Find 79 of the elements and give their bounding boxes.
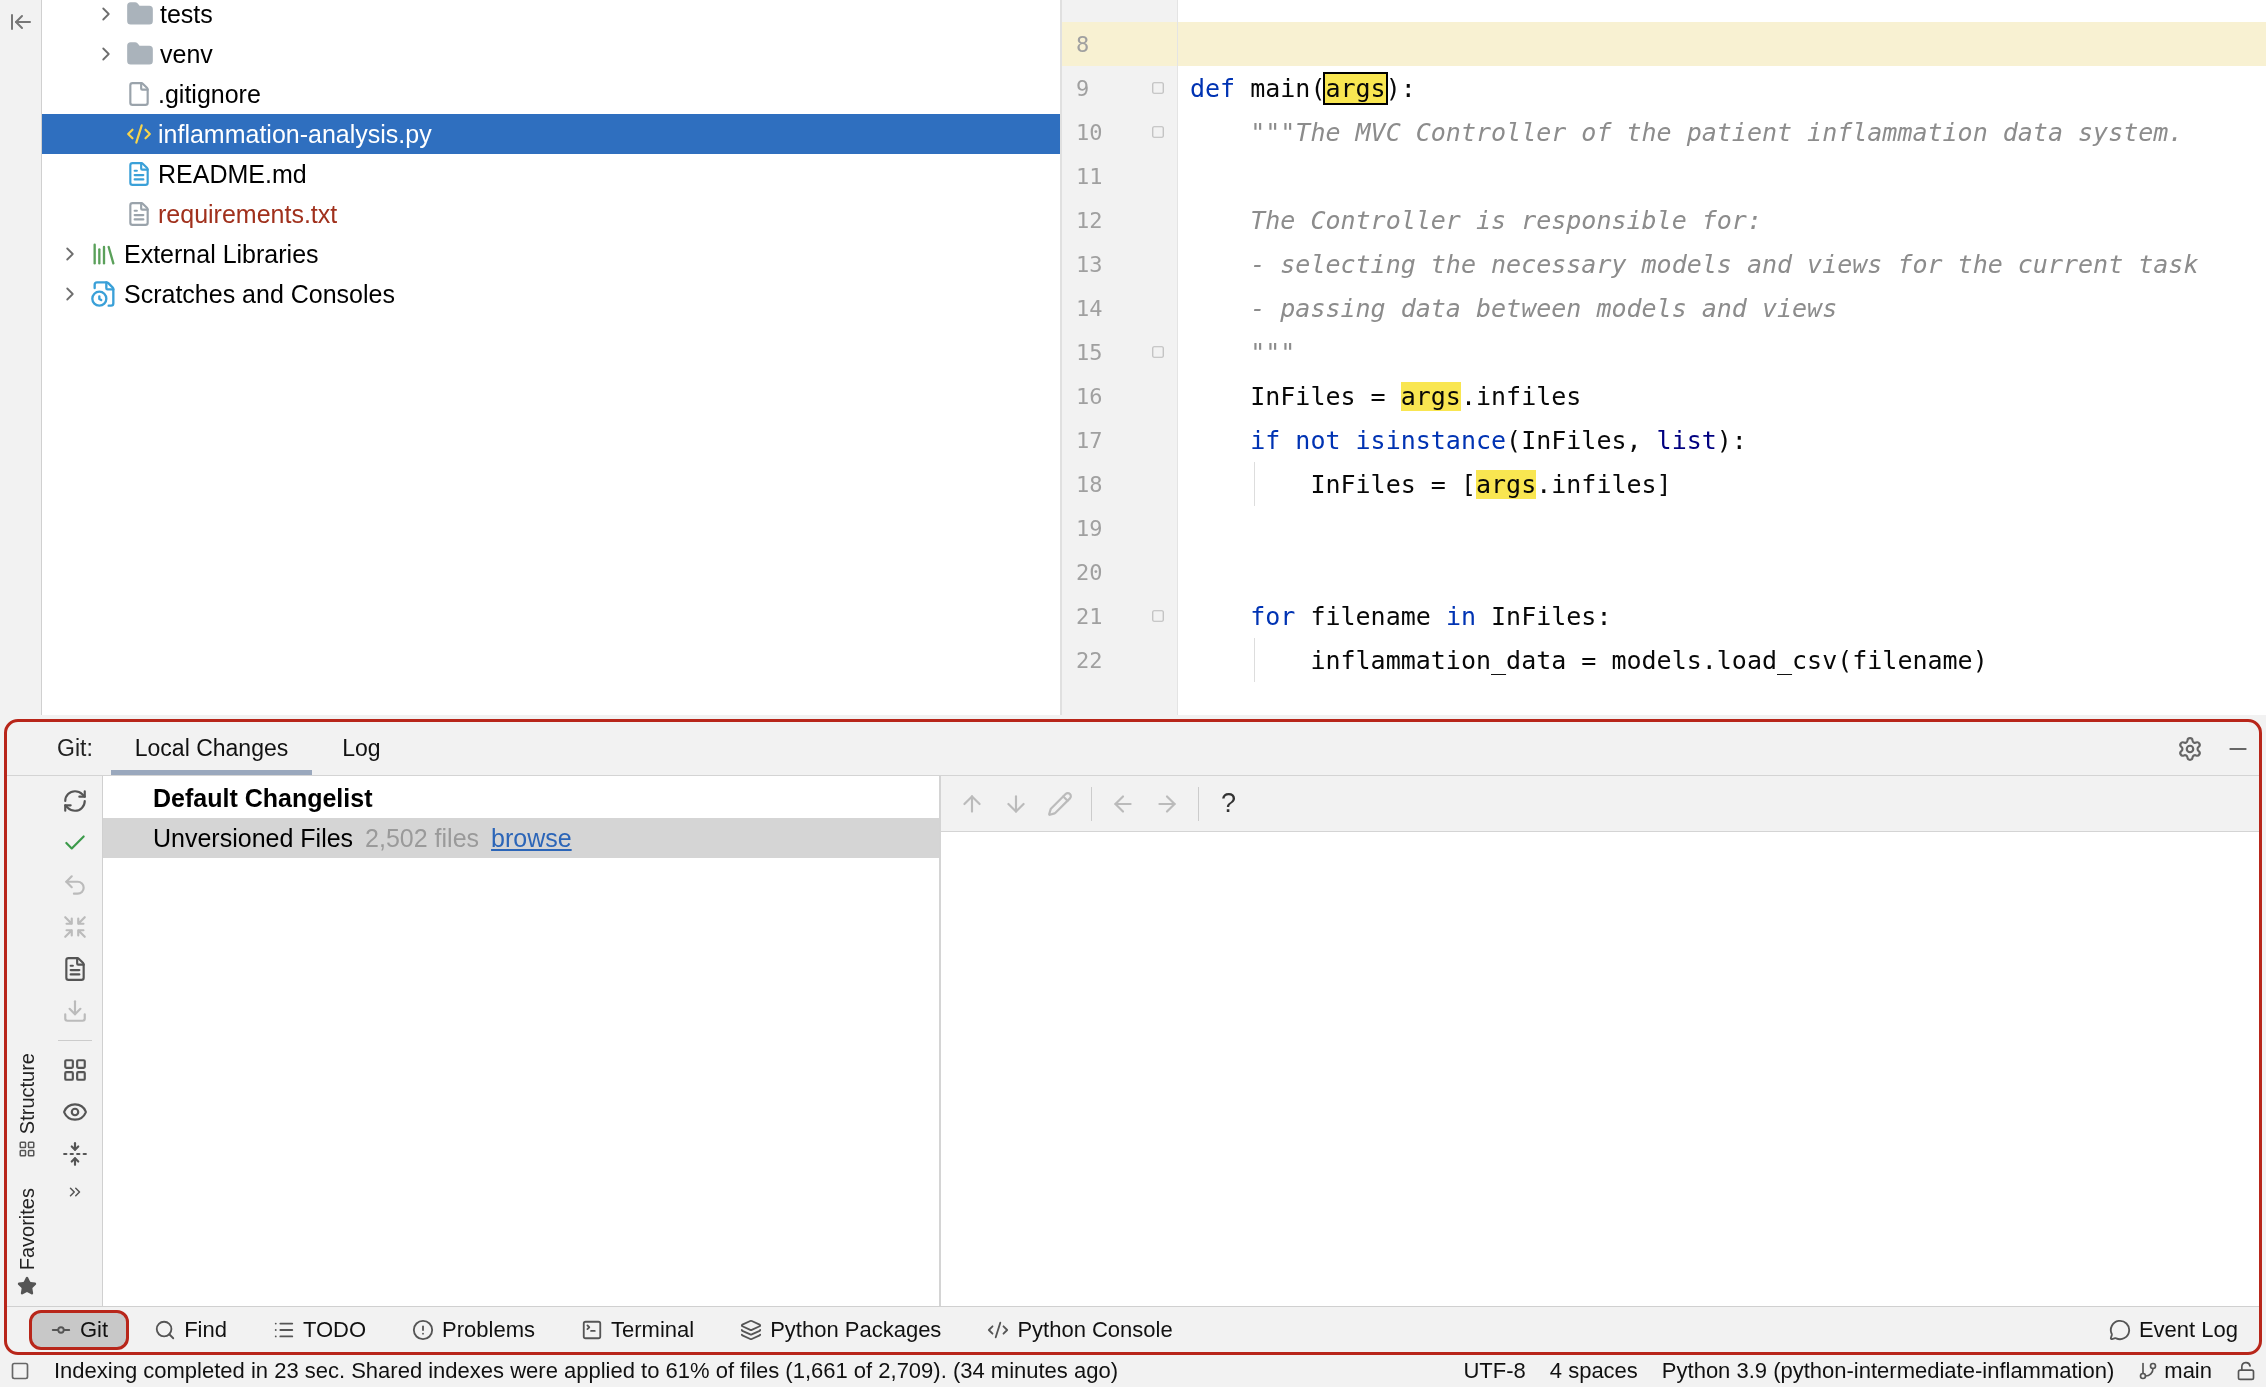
status-message: Indexing completed in 23 sec. Shared indexes were applied to 61% of files (1,661 of 2,709). (34 minutes ago) xyxy=(54,1358,1118,1384)
tool-window-button[interactable]: TODO xyxy=(251,1309,388,1350)
tree-item[interactable]: inflammation-analysis.py xyxy=(42,114,1060,154)
row-label: Unversioned Files xyxy=(153,823,354,853)
tree-item[interactable]: requirements.txt xyxy=(42,194,1060,234)
tool-window-button[interactable]: Git xyxy=(29,1309,130,1350)
line-number: 21 xyxy=(1076,603,1103,629)
tool-window-button[interactable]: Problems xyxy=(391,1309,556,1350)
file-icon xyxy=(126,81,152,107)
changelist-title[interactable]: Default Changelist xyxy=(103,778,939,818)
code-line: inflammation_data = models.load_csv(filename) xyxy=(1309,645,1988,675)
search-icon xyxy=(154,1318,177,1341)
line-number: 16 xyxy=(1076,383,1103,409)
star-icon xyxy=(17,1276,37,1296)
scratches-icon xyxy=(90,280,118,308)
code-line: if not isinstance(InFiles, list): xyxy=(1249,425,1747,455)
browse-link[interactable]: browse xyxy=(491,823,572,853)
markdown-file-icon xyxy=(126,161,152,187)
changelist-row[interactable]: Unversioned Files 2,502 files browse xyxy=(103,818,939,858)
code-line: InFiles = [args.infiles] xyxy=(1309,469,1672,499)
indent-setting[interactable]: 4 spaces xyxy=(1549,1358,1638,1384)
panel-title: Git: xyxy=(57,735,93,762)
line-number: 9 xyxy=(1076,75,1090,101)
line-number: 20 xyxy=(1076,559,1103,585)
tree-item[interactable]: External Libraries xyxy=(42,234,1060,274)
refresh-icon[interactable] xyxy=(61,788,88,814)
file-count: 2,502 files xyxy=(365,823,480,853)
grid-icon[interactable] xyxy=(61,1057,88,1083)
line-number: 13 xyxy=(1076,251,1103,277)
event-log-button[interactable]: Event Log xyxy=(2087,1309,2259,1350)
line-number: 19 xyxy=(1076,515,1103,541)
line-number: 15 xyxy=(1076,339,1103,365)
layers-icon xyxy=(740,1318,763,1341)
tree-item[interactable]: venv xyxy=(42,34,1060,74)
help-button[interactable]: ? xyxy=(1217,788,1241,819)
line-number: 10 xyxy=(1076,119,1103,145)
alert-icon xyxy=(412,1318,435,1341)
code-line: """ xyxy=(1249,337,1296,367)
branch-name: main xyxy=(2164,1358,2212,1384)
tool-window-button[interactable]: Find xyxy=(133,1309,248,1350)
code-line: - passing data between models and views xyxy=(1249,293,1838,323)
tool-window-button[interactable]: Python Packages xyxy=(719,1309,963,1350)
folder-icon xyxy=(126,40,154,68)
folder-icon xyxy=(126,0,154,28)
line-number: 18 xyxy=(1076,471,1103,497)
terminal-icon xyxy=(581,1318,603,1341)
grid-icon xyxy=(18,1139,36,1158)
text-file-icon xyxy=(126,201,152,227)
side-tab[interactable]: Favorites xyxy=(15,1187,39,1270)
python-file-icon xyxy=(126,121,152,147)
branch[interactable]: main xyxy=(2138,1358,2212,1384)
interpreter[interactable]: Python 3.9 (python-intermediate-inflammation) xyxy=(1661,1358,2115,1384)
line-number: 17 xyxy=(1076,427,1103,453)
tree-item[interactable]: Scratches and Consoles xyxy=(42,274,1060,314)
line-number: 22 xyxy=(1076,647,1103,673)
code-line: InFiles = args.infiles xyxy=(1249,381,1582,411)
side-tab[interactable]: Structure xyxy=(15,1052,39,1134)
encoding[interactable]: UTF-8 xyxy=(1463,1358,1526,1384)
tree-item[interactable]: .gitignore xyxy=(42,74,1060,114)
code-line: def main(args): xyxy=(1189,73,1416,103)
branch-icon xyxy=(2138,1361,2159,1381)
code-line: The Controller is responsible for: xyxy=(1249,205,1762,235)
settings-icon[interactable] xyxy=(2177,735,2203,762)
code-line: """The MVC Controller of the patient inflammation data system. xyxy=(1249,117,2184,147)
lock-icon[interactable] xyxy=(2236,1361,2256,1381)
line-number: 12 xyxy=(1076,207,1103,233)
tree-item[interactable]: tests xyxy=(42,0,1060,34)
tree-item[interactable]: README.md xyxy=(42,154,1060,194)
tool-window-button[interactable]: Terminal xyxy=(560,1309,716,1350)
event-log-icon xyxy=(2108,1318,2131,1341)
code-line: - selecting the necessary models and views for the current task xyxy=(1249,249,2199,279)
tab[interactable]: Log xyxy=(318,722,405,775)
line-number: 8 xyxy=(1076,31,1090,57)
expand-icon[interactable] xyxy=(61,1141,88,1167)
line-number: 11 xyxy=(1076,163,1103,189)
tool-window-button[interactable]: Python Console xyxy=(966,1309,1194,1350)
panel-icon[interactable] xyxy=(10,1361,30,1381)
code-line: for filename in InFiles: xyxy=(1249,601,1612,631)
line-number: 14 xyxy=(1076,295,1103,321)
